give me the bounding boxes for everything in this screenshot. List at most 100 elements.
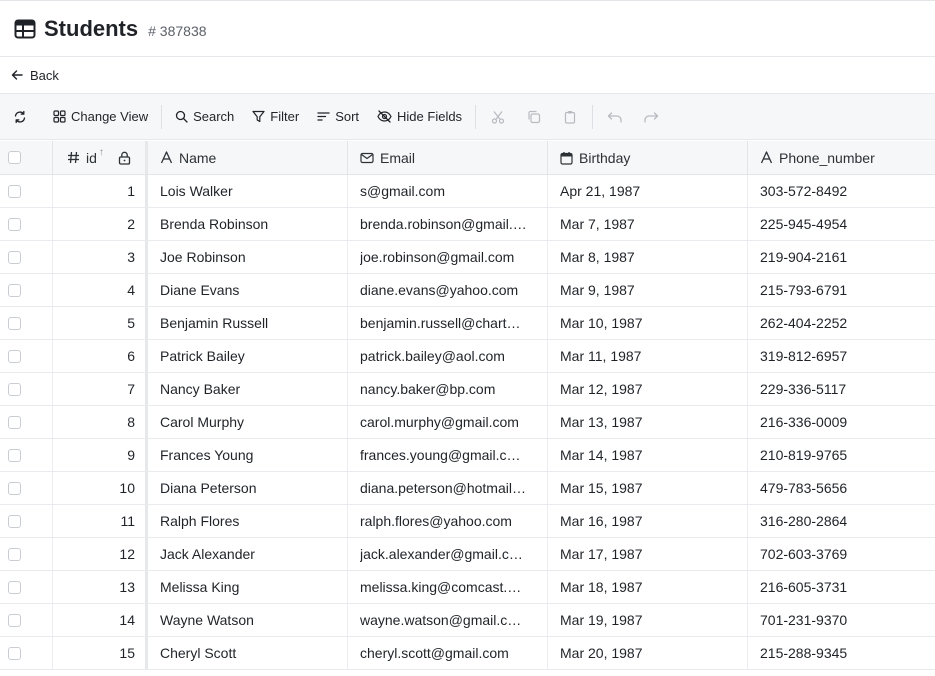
cell-phone[interactable]: 479-783-5656 bbox=[748, 472, 935, 504]
cell-birthday[interactable]: Mar 16, 1987 bbox=[548, 505, 748, 537]
cell-name[interactable]: Nancy Baker bbox=[148, 373, 348, 405]
cell-email[interactable]: nancy.baker@bp.com bbox=[348, 373, 548, 405]
cell-name[interactable]: Diane Evans bbox=[148, 274, 348, 306]
select-all-checkbox[interactable] bbox=[8, 151, 21, 164]
cell-birthday[interactable]: Mar 11, 1987 bbox=[548, 340, 748, 372]
cell-birthday[interactable]: Mar 13, 1987 bbox=[548, 406, 748, 438]
cell-email[interactable]: brenda.robinson@gmail.… bbox=[348, 208, 548, 240]
column-header-name[interactable]: Name bbox=[148, 141, 348, 174]
table-row[interactable]: 12 Jack Alexander jack.alexander@gmail.c… M… bbox=[0, 538, 935, 571]
cell-phone[interactable]: 319-812-6957 bbox=[748, 340, 935, 372]
table-row[interactable]: 10 Diana Peterson diana.peterson@hotmail… M… bbox=[0, 472, 935, 505]
table-row[interactable]: 5 Benjamin Russell benjamin.russell@chart…… bbox=[0, 307, 935, 340]
cell-email[interactable]: wayne.watson@gmail.c… bbox=[348, 604, 548, 636]
cell-email[interactable]: diana.peterson@hotmail… bbox=[348, 472, 548, 504]
column-header-phone[interactable]: Phone_number bbox=[748, 141, 935, 174]
row-checkbox[interactable] bbox=[8, 481, 21, 495]
back-button[interactable]: Back bbox=[10, 68, 59, 83]
paste-button[interactable] bbox=[552, 102, 588, 132]
cell-email[interactable]: cheryl.scott@gmail.com bbox=[348, 637, 548, 669]
cell-id[interactable]: 13 bbox=[53, 571, 148, 603]
cell-name[interactable]: Joe Robinson bbox=[148, 241, 348, 273]
cell-birthday[interactable]: Apr 21, 1987 bbox=[548, 175, 748, 207]
cell-phone[interactable]: 215-793-6791 bbox=[748, 274, 935, 306]
copy-button[interactable] bbox=[516, 102, 552, 132]
cell-name[interactable]: Carol Murphy bbox=[148, 406, 348, 438]
cell-birthday[interactable]: Mar 9, 1987 bbox=[548, 274, 748, 306]
cell-birthday[interactable]: Mar 14, 1987 bbox=[548, 439, 748, 471]
cell-email[interactable]: joe.robinson@gmail.com bbox=[348, 241, 548, 273]
cut-button[interactable] bbox=[480, 102, 516, 132]
table-row[interactable]: 14 Wayne Watson wayne.watson@gmail.c… Mar 1… bbox=[0, 604, 935, 637]
table-row[interactable]: 6 Patrick Bailey patrick.bailey@aol.com Mar… bbox=[0, 340, 935, 373]
hide-fields-button[interactable]: Hide Fields bbox=[368, 102, 471, 132]
cell-birthday[interactable]: Mar 15, 1987 bbox=[548, 472, 748, 504]
cell-email[interactable]: s@gmail.com bbox=[348, 175, 548, 207]
row-checkbox[interactable] bbox=[8, 316, 21, 330]
cell-phone[interactable]: 316-280-2864 bbox=[748, 505, 935, 537]
cell-birthday[interactable]: Mar 7, 1987 bbox=[548, 208, 748, 240]
table-row[interactable]: 9 Frances Young frances.young@gmail.c… Mar … bbox=[0, 439, 935, 472]
cell-birthday[interactable]: Mar 17, 1987 bbox=[548, 538, 748, 570]
cell-id[interactable]: 2 bbox=[53, 208, 148, 240]
cell-id[interactable]: 10 bbox=[53, 472, 148, 504]
cell-email[interactable]: frances.young@gmail.c… bbox=[348, 439, 548, 471]
cell-id[interactable]: 11 bbox=[53, 505, 148, 537]
cell-name[interactable]: Wayne Watson bbox=[148, 604, 348, 636]
sort-button[interactable]: Sort bbox=[308, 102, 368, 132]
table-row[interactable]: 8 Carol Murphy carol.murphy@gmail.com Mar 1… bbox=[0, 406, 935, 439]
cell-id[interactable]: 14 bbox=[53, 604, 148, 636]
cell-email[interactable]: diane.evans@yahoo.com bbox=[348, 274, 548, 306]
cell-email[interactable]: carol.murphy@gmail.com bbox=[348, 406, 548, 438]
cell-id[interactable]: 3 bbox=[53, 241, 148, 273]
cell-name[interactable]: Diana Peterson bbox=[148, 472, 348, 504]
row-checkbox[interactable] bbox=[8, 184, 21, 198]
cell-name[interactable]: Cheryl Scott bbox=[148, 637, 348, 669]
cell-id[interactable]: 9 bbox=[53, 439, 148, 471]
row-checkbox[interactable] bbox=[8, 250, 21, 264]
table-row[interactable]: 11 Ralph Flores ralph.flores@yahoo.com Mar … bbox=[0, 505, 935, 538]
table-row[interactable]: 4 Diane Evans diane.evans@yahoo.com Mar 9, … bbox=[0, 274, 935, 307]
cell-id[interactable]: 7 bbox=[53, 373, 148, 405]
cell-phone[interactable]: 219-904-2161 bbox=[748, 241, 935, 273]
row-checkbox[interactable] bbox=[8, 514, 21, 528]
cell-phone[interactable]: 216-336-0009 bbox=[748, 406, 935, 438]
row-checkbox[interactable] bbox=[8, 415, 21, 429]
cell-name[interactable]: Benjamin Russell bbox=[148, 307, 348, 339]
cell-phone[interactable]: 216-605-3731 bbox=[748, 571, 935, 603]
cell-id[interactable]: 12 bbox=[53, 538, 148, 570]
cell-id[interactable]: 6 bbox=[53, 340, 148, 372]
cell-phone[interactable]: 701-231-9370 bbox=[748, 604, 935, 636]
cell-birthday[interactable]: Mar 8, 1987 bbox=[548, 241, 748, 273]
table-row[interactable]: 7 Nancy Baker nancy.baker@bp.com Mar 12, 19… bbox=[0, 373, 935, 406]
row-checkbox[interactable] bbox=[8, 580, 21, 594]
column-header-id[interactable]: id ↑ bbox=[53, 141, 148, 174]
cell-name[interactable]: Frances Young bbox=[148, 439, 348, 471]
cell-email[interactable]: patrick.bailey@aol.com bbox=[348, 340, 548, 372]
cell-email[interactable]: ralph.flores@yahoo.com bbox=[348, 505, 548, 537]
cell-birthday[interactable]: Mar 19, 1987 bbox=[548, 604, 748, 636]
cell-birthday[interactable]: Mar 12, 1987 bbox=[548, 373, 748, 405]
table-row[interactable]: 2 Brenda Robinson brenda.robinson@gmail.… M… bbox=[0, 208, 935, 241]
cell-birthday[interactable]: Mar 20, 1987 bbox=[548, 637, 748, 669]
cell-name[interactable]: Patrick Bailey bbox=[148, 340, 348, 372]
cell-email[interactable]: melissa.king@comcast.… bbox=[348, 571, 548, 603]
change-view-button[interactable]: Change View bbox=[44, 102, 157, 132]
cell-phone[interactable]: 303-572-8492 bbox=[748, 175, 935, 207]
cell-name[interactable]: Ralph Flores bbox=[148, 505, 348, 537]
cell-id[interactable]: 8 bbox=[53, 406, 148, 438]
cell-phone[interactable]: 229-336-5117 bbox=[748, 373, 935, 405]
cell-name[interactable]: Lois Walker bbox=[148, 175, 348, 207]
cell-phone[interactable]: 215-288-9345 bbox=[748, 637, 935, 669]
table-row[interactable]: 3 Joe Robinson joe.robinson@gmail.com Mar 8… bbox=[0, 241, 935, 274]
column-header-birthday[interactable]: Birthday bbox=[548, 141, 748, 174]
row-checkbox[interactable] bbox=[8, 448, 21, 462]
redo-button[interactable] bbox=[633, 102, 669, 132]
cell-id[interactable]: 4 bbox=[53, 274, 148, 306]
cell-phone[interactable]: 225-945-4954 bbox=[748, 208, 935, 240]
cell-name[interactable]: Jack Alexander bbox=[148, 538, 348, 570]
cell-birthday[interactable]: Mar 18, 1987 bbox=[548, 571, 748, 603]
refresh-button[interactable] bbox=[10, 102, 30, 132]
cell-id[interactable]: 15 bbox=[53, 637, 148, 669]
cell-name[interactable]: Melissa King bbox=[148, 571, 348, 603]
